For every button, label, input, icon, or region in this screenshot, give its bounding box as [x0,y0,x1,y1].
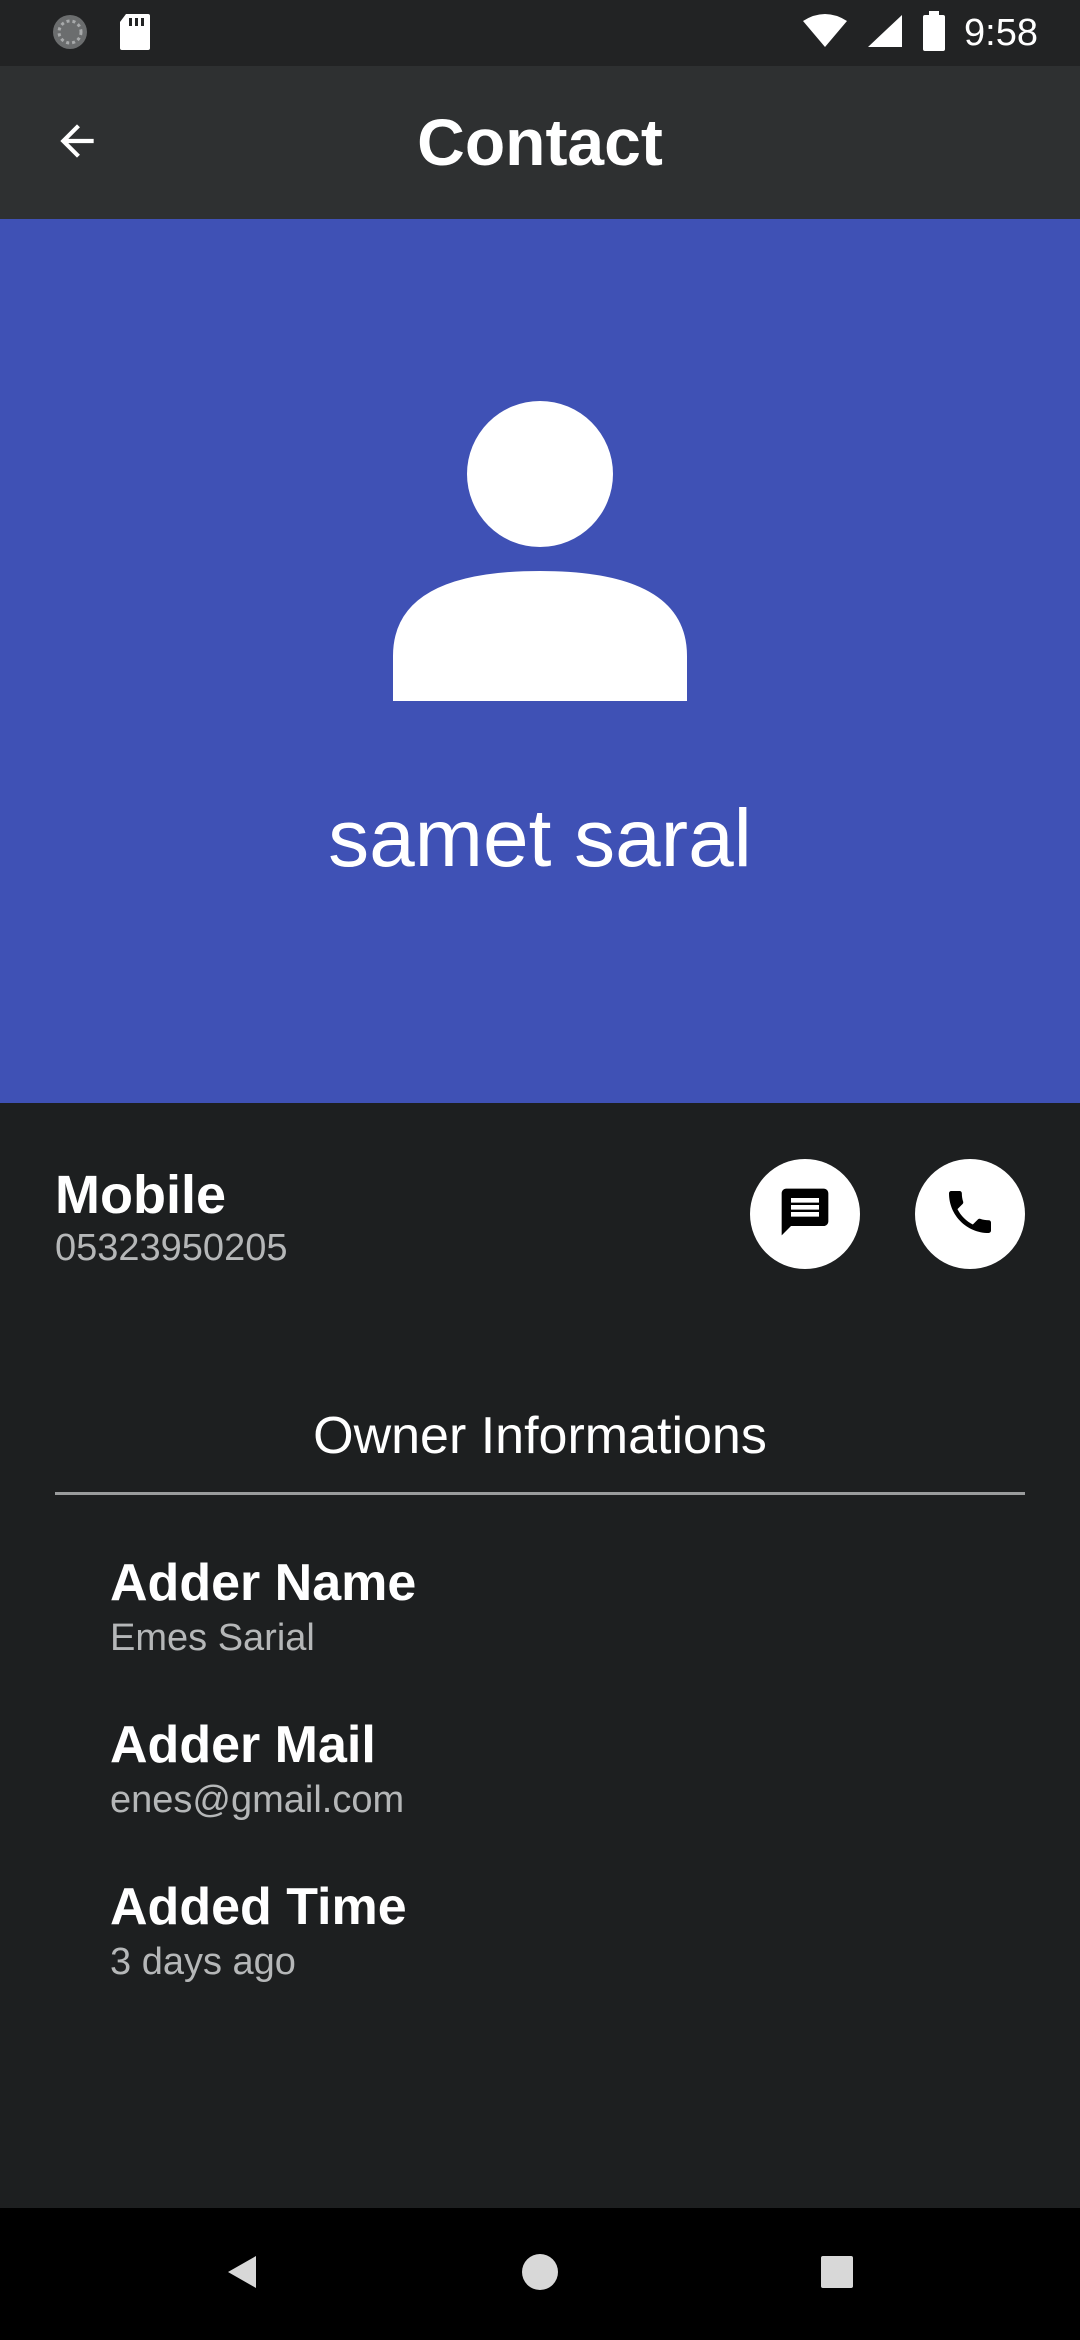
page-title: Contact [417,105,663,179]
battery-icon [922,10,946,56]
mobile-row: Mobile 05323950205 [0,1103,1080,1313]
sd-card-icon [118,12,152,57]
info-value: Emes Sarial [110,1617,315,1659]
contact-name: samet saral [328,793,752,884]
person-icon [390,401,690,701]
info-label: Adder Name [110,1554,417,1612]
info-label: Adder Mail [110,1716,376,1774]
nav-recents-button[interactable] [807,2244,867,2304]
info-value: enes@gmail.com [110,1779,405,1821]
nav-back-button[interactable] [212,2244,272,2304]
app-bar: Contact [0,66,1080,219]
contact-header: samet saral [0,219,1080,1103]
message-button[interactable] [750,1159,860,1269]
nav-back-icon [222,2252,262,2297]
system-nav-bar [0,2208,1080,2340]
divider [55,1492,1025,1495]
status-bar: 9:58 [0,0,1080,66]
info-item-adder-mail: Adder Mail enes@gmail.com [110,1714,404,1824]
owner-section-title: Owner Informations [313,1407,767,1465]
mobile-number: 05323950205 [55,1227,288,1269]
call-button[interactable] [915,1159,1025,1269]
status-time: 9:58 [964,11,1038,54]
wifi-icon [802,13,848,54]
nav-home-icon [520,2252,560,2297]
info-value: 3 days ago [110,1941,296,1983]
sync-icon [50,12,90,57]
phone-icon [942,1184,998,1245]
signal-icon [866,13,904,54]
nav-recents-icon [817,2252,857,2297]
message-icon [777,1184,833,1245]
info-item-added-time: Added Time 3 days ago [110,1876,407,1986]
nav-home-button[interactable] [510,2244,570,2304]
mobile-label: Mobile [55,1165,226,1225]
info-label: Added Time [110,1878,407,1936]
info-item-adder-name: Adder Name Emes Sarial [110,1552,416,1662]
